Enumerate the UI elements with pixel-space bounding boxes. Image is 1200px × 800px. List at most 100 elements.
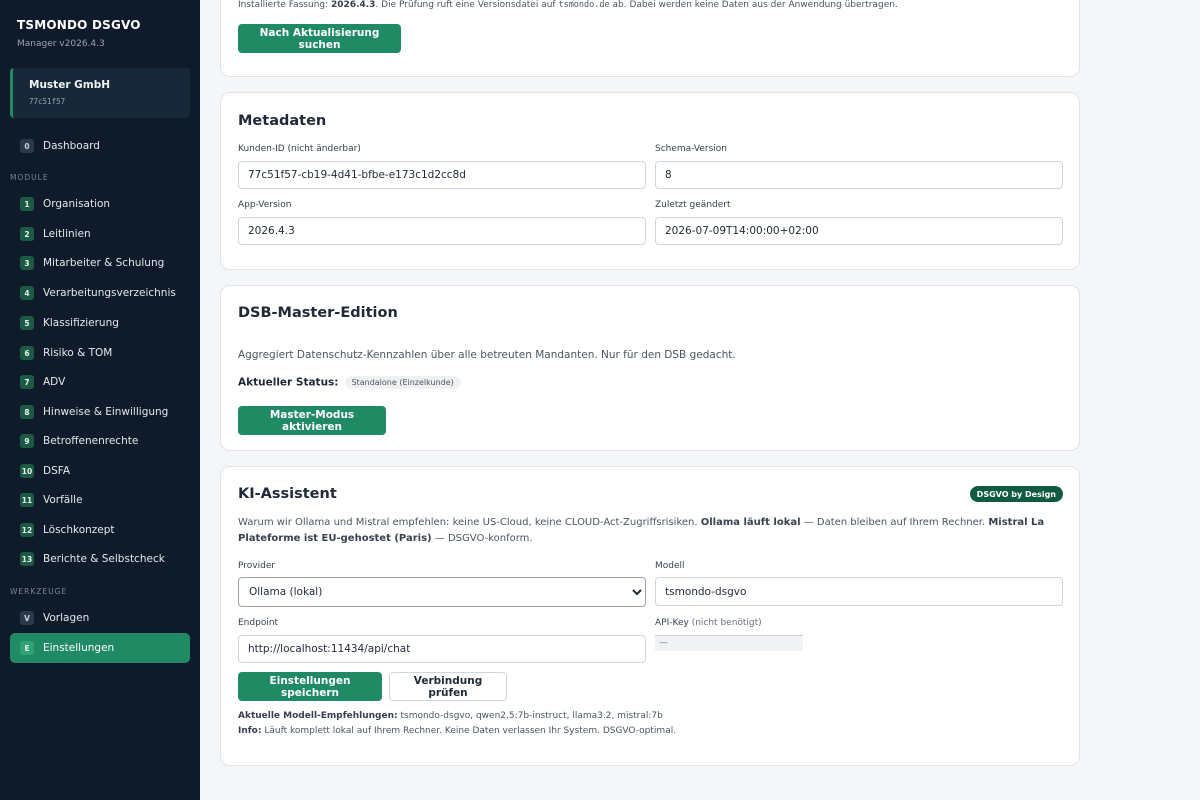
sidebar-item-label: Klassifizierung [43, 317, 119, 329]
tenant-card[interactable]: Muster GmbH 77c51f57 [10, 68, 190, 118]
ki-info: Info: Läuft komplett lokal auf Ihrem Rec… [238, 726, 676, 736]
update-info: Installierte Fassung: 2026.4.3. Die Prüf… [238, 0, 898, 10]
sidebar-item-label: Verarbeitungsverzeichnis [43, 287, 176, 299]
update-domain: tsmondo.de [558, 0, 610, 10]
sidebar-item-mitarbeiter-schulung[interactable]: 3 Mitarbeiter & Schulung [10, 249, 190, 277]
dsb-master-title: DSB-Master-Edition [238, 305, 398, 321]
sidebar-item-label: Einstellungen [43, 642, 115, 654]
sidebar-item-label: Betroffenenrechte [43, 435, 139, 447]
nav-badge: 9 [20, 434, 34, 448]
sidebar-item-label: Hinweise & Einwilligung [43, 406, 169, 418]
sidebar-item-vorlagen[interactable]: V Vorlagen [10, 604, 190, 632]
installed-version: 2026.4.3 [331, 0, 376, 10]
test-connection-button[interactable]: Verbindung prüfen [389, 672, 507, 701]
sidebar-item-hinweise-einwilligung[interactable]: 8 Hinweise & Einwilligung [10, 398, 190, 426]
app-title: TSMONDO DSGVO [17, 18, 141, 32]
sidebar-item-klassifizierung[interactable]: 5 Klassifizierung [10, 309, 190, 337]
sidebar-item-betroffenenrechte[interactable]: 9 Betroffenenrechte [10, 427, 190, 455]
model-label: Modell [655, 561, 685, 571]
ki-desc-bold1: Ollama läuft lokal [700, 517, 801, 528]
app-version-label: App-Version [238, 200, 292, 210]
sidebar-item-label: ADV [43, 376, 66, 388]
sidebar-item-label: Leitlinien [43, 228, 91, 240]
sidebar-item-leitlinien[interactable]: 2 Leitlinien [10, 220, 190, 248]
customer-id-field[interactable] [238, 161, 646, 189]
nav-badge: 10 [20, 464, 34, 478]
endpoint-field[interactable] [238, 635, 646, 663]
sidebar-item-dashboard[interactable]: 0 Dashboard [10, 132, 190, 160]
sidebar-item-label: Berichte & Selbstcheck [43, 553, 165, 565]
sidebar-item-label: Vorfälle [43, 494, 83, 506]
sidebar-item-label: Vorlagen [43, 612, 90, 624]
nav-badge: 1 [20, 197, 34, 211]
sidebar-item-adv[interactable]: 7 ADV [10, 368, 190, 396]
save-settings-button[interactable]: Einstellungen speichern [238, 672, 382, 701]
sidebar-item-label: Dashboard [43, 140, 100, 152]
info-value: Läuft komplett lokal auf Ihrem Rechner. … [261, 726, 677, 736]
dsb-status-label: Aktueller Status: [238, 376, 339, 389]
dsb-status: Aktueller Status: Standalone (Einzelkunde… [238, 376, 461, 389]
ki-assistant-card: KI-Assistent DSGVO by Design Warum wir O… [220, 466, 1080, 766]
nav-badge: 3 [20, 256, 34, 270]
dsb-description: Aggregiert Datenschutz-Kennzahlen über a… [238, 349, 736, 361]
ki-desc-part1: Warum wir Ollama und Mistral empfehlen: … [238, 517, 701, 528]
tenant-name: Muster GmbH [29, 79, 111, 91]
nav-badge: 12 [20, 523, 34, 537]
recommend-label: Aktuelle Modell-Empfehlungen: [238, 711, 398, 721]
api-key-label: API-Key (nicht benötigt) [655, 618, 762, 628]
sidebar-item-label: Organisation [43, 198, 111, 210]
model-field[interactable] [655, 577, 1063, 606]
activate-master-button[interactable]: Master-Modus aktivieren [238, 406, 386, 435]
update-info-mid: . Die Prüfung ruft eine Versionsdatei au… [375, 0, 559, 10]
api-key-label-text: API-Key [655, 618, 689, 628]
update-info-suffix: ab. Dabei werden keine Daten aus der Anw… [609, 0, 898, 10]
ki-desc-part3: — DSGVO-konform. [431, 533, 533, 544]
nav-badge: E [20, 641, 34, 655]
app-version: Manager v2026.4.3 [17, 39, 105, 49]
sidebar-item-einstellungen[interactable]: E Einstellungen [10, 633, 190, 663]
nav-badge: 0 [20, 139, 34, 153]
sidebar-item-label: Risiko & TOM [43, 347, 113, 359]
metadata-card: Metadaten Kunden-ID (nicht änderbar) Sch… [220, 92, 1080, 270]
nav-badge: 2 [20, 227, 34, 241]
app-version-field[interactable] [238, 217, 646, 245]
schema-version-field[interactable] [655, 161, 1063, 189]
sidebar-item-berichte-selbstcheck[interactable]: 13 Berichte & Selbstcheck [10, 545, 190, 573]
metadata-title: Metadaten [238, 113, 327, 129]
nav-badge: 11 [20, 493, 34, 507]
sidebar-item-loeschkonzept[interactable]: 12 Löschkonzept [10, 516, 190, 544]
nav-badge: 13 [20, 552, 34, 566]
update-card: Installierte Fassung: 2026.4.3. Die Prüf… [220, 0, 1080, 77]
sidebar-item-dsfa[interactable]: 10 DSFA [10, 457, 190, 485]
sidebar-item-label: Mitarbeiter & Schulung [43, 257, 165, 269]
model-recommendations: Aktuelle Modell-Empfehlungen: tsmondo-ds… [238, 711, 663, 721]
endpoint-label: Endpoint [238, 618, 279, 628]
status-badge: Standalone (Einzelkunde) [344, 376, 461, 389]
sidebar-item-verarbeitungsverzeichnis[interactable]: 4 Verarbeitungsverzeichnis [10, 279, 190, 307]
info-label: Info: [238, 726, 262, 736]
dsb-master-card: DSB-Master-Edition Aggregiert Datenschut… [220, 285, 1080, 451]
sidebar: TSMONDO DSGVO Manager v2026.4.3 Muster G… [0, 0, 200, 800]
dsgvo-badge: DSGVO by Design [969, 486, 1063, 502]
ki-assistant-title: KI-Assistent [238, 486, 337, 502]
sidebar-item-label: DSFA [43, 465, 71, 477]
customer-id-label: Kunden-ID (nicht änderbar) [238, 144, 361, 154]
api-key-hint: (nicht benötigt) [691, 618, 762, 628]
sidebar-item-vorfaelle[interactable]: 11 Vorfälle [10, 486, 190, 514]
nav-badge: 7 [20, 375, 34, 389]
nav-badge: 4 [20, 286, 34, 300]
sidebar-item-risiko-tom[interactable]: 6 Risiko & TOM [10, 339, 190, 367]
last-modified-label: Zuletzt geändert [655, 200, 731, 210]
sidebar-item-organisation[interactable]: 1 Organisation [10, 190, 190, 218]
ki-desc-part2: — Daten bleiben auf Ihrem Rechner. [800, 517, 989, 528]
schema-version-label: Schema-Version [655, 144, 727, 154]
last-modified-field[interactable] [655, 217, 1063, 245]
provider-select[interactable]: Ollama (lokal) [238, 577, 646, 607]
api-key-field[interactable]: — [655, 635, 803, 651]
nav-badge: 6 [20, 346, 34, 360]
nav-badge: 5 [20, 316, 34, 330]
sidebar-item-label: Löschkonzept [43, 524, 115, 536]
nav-badge: 8 [20, 405, 34, 419]
tenant-id: 77c51f57 [29, 97, 66, 106]
check-update-button[interactable]: Nach Aktualisierung suchen [238, 24, 401, 53]
